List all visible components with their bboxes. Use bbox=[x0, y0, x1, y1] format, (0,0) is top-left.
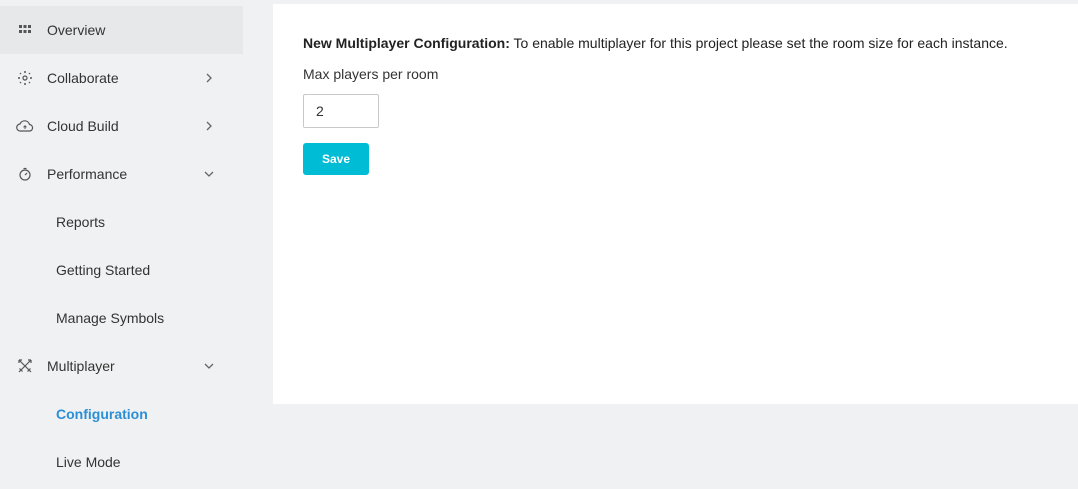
sidebar: Overview Collaborate Cloud Build Perform… bbox=[0, 0, 243, 489]
chevron-right-icon[interactable] bbox=[202, 71, 216, 85]
sidebar-item-label: Overview bbox=[47, 22, 106, 38]
sidebar-item-label: Performance bbox=[47, 166, 128, 182]
sidebar-item-getting-started[interactable]: Getting Started bbox=[0, 246, 243, 294]
save-button[interactable]: Save bbox=[303, 143, 369, 175]
sidebar-item-cloud-build[interactable]: Cloud Build bbox=[0, 102, 243, 150]
sidebar-item-label: Live Mode bbox=[56, 454, 121, 470]
chevron-down-icon[interactable] bbox=[202, 167, 216, 181]
sidebar-item-performance[interactable]: Performance bbox=[0, 150, 243, 198]
collaborate-icon bbox=[16, 69, 34, 87]
grid-icon bbox=[16, 21, 34, 39]
sidebar-item-label: Manage Symbols bbox=[56, 310, 165, 326]
sidebar-item-collaborate[interactable]: Collaborate bbox=[0, 54, 243, 102]
crossed-swords-icon bbox=[16, 357, 34, 375]
sidebar-item-label: Reports bbox=[56, 214, 106, 230]
chevron-down-icon[interactable] bbox=[202, 359, 216, 373]
sidebar-item-manage-symbols[interactable]: Manage Symbols bbox=[0, 294, 243, 342]
notice-text: To enable multiplayer for this project p… bbox=[509, 35, 1008, 51]
notice-title: New Multiplayer Configuration: bbox=[303, 35, 510, 51]
multiplayer-notice: New Multiplayer Configuration: To enable… bbox=[303, 35, 1008, 51]
stopwatch-icon bbox=[16, 165, 34, 183]
cloud-icon bbox=[16, 117, 34, 135]
sidebar-item-live-mode[interactable]: Live Mode bbox=[0, 438, 243, 486]
sidebar-item-label: Collaborate bbox=[47, 70, 119, 86]
sidebar-item-label: Cloud Build bbox=[47, 118, 119, 134]
sidebar-item-label: Configuration bbox=[56, 406, 148, 422]
sidebar-item-reports[interactable]: Reports bbox=[0, 198, 243, 246]
main-content-panel: New Multiplayer Configuration: To enable… bbox=[273, 4, 1078, 404]
sidebar-item-configuration[interactable]: Configuration bbox=[0, 390, 243, 438]
sidebar-item-multiplayer[interactable]: Multiplayer bbox=[0, 342, 243, 390]
max-players-input[interactable] bbox=[303, 94, 379, 128]
sidebar-item-overview[interactable]: Overview bbox=[0, 6, 243, 54]
sidebar-item-label: Multiplayer bbox=[47, 358, 115, 374]
chevron-right-icon[interactable] bbox=[202, 119, 216, 133]
sidebar-item-label: Getting Started bbox=[56, 262, 151, 278]
max-players-label: Max players per room bbox=[303, 66, 439, 82]
